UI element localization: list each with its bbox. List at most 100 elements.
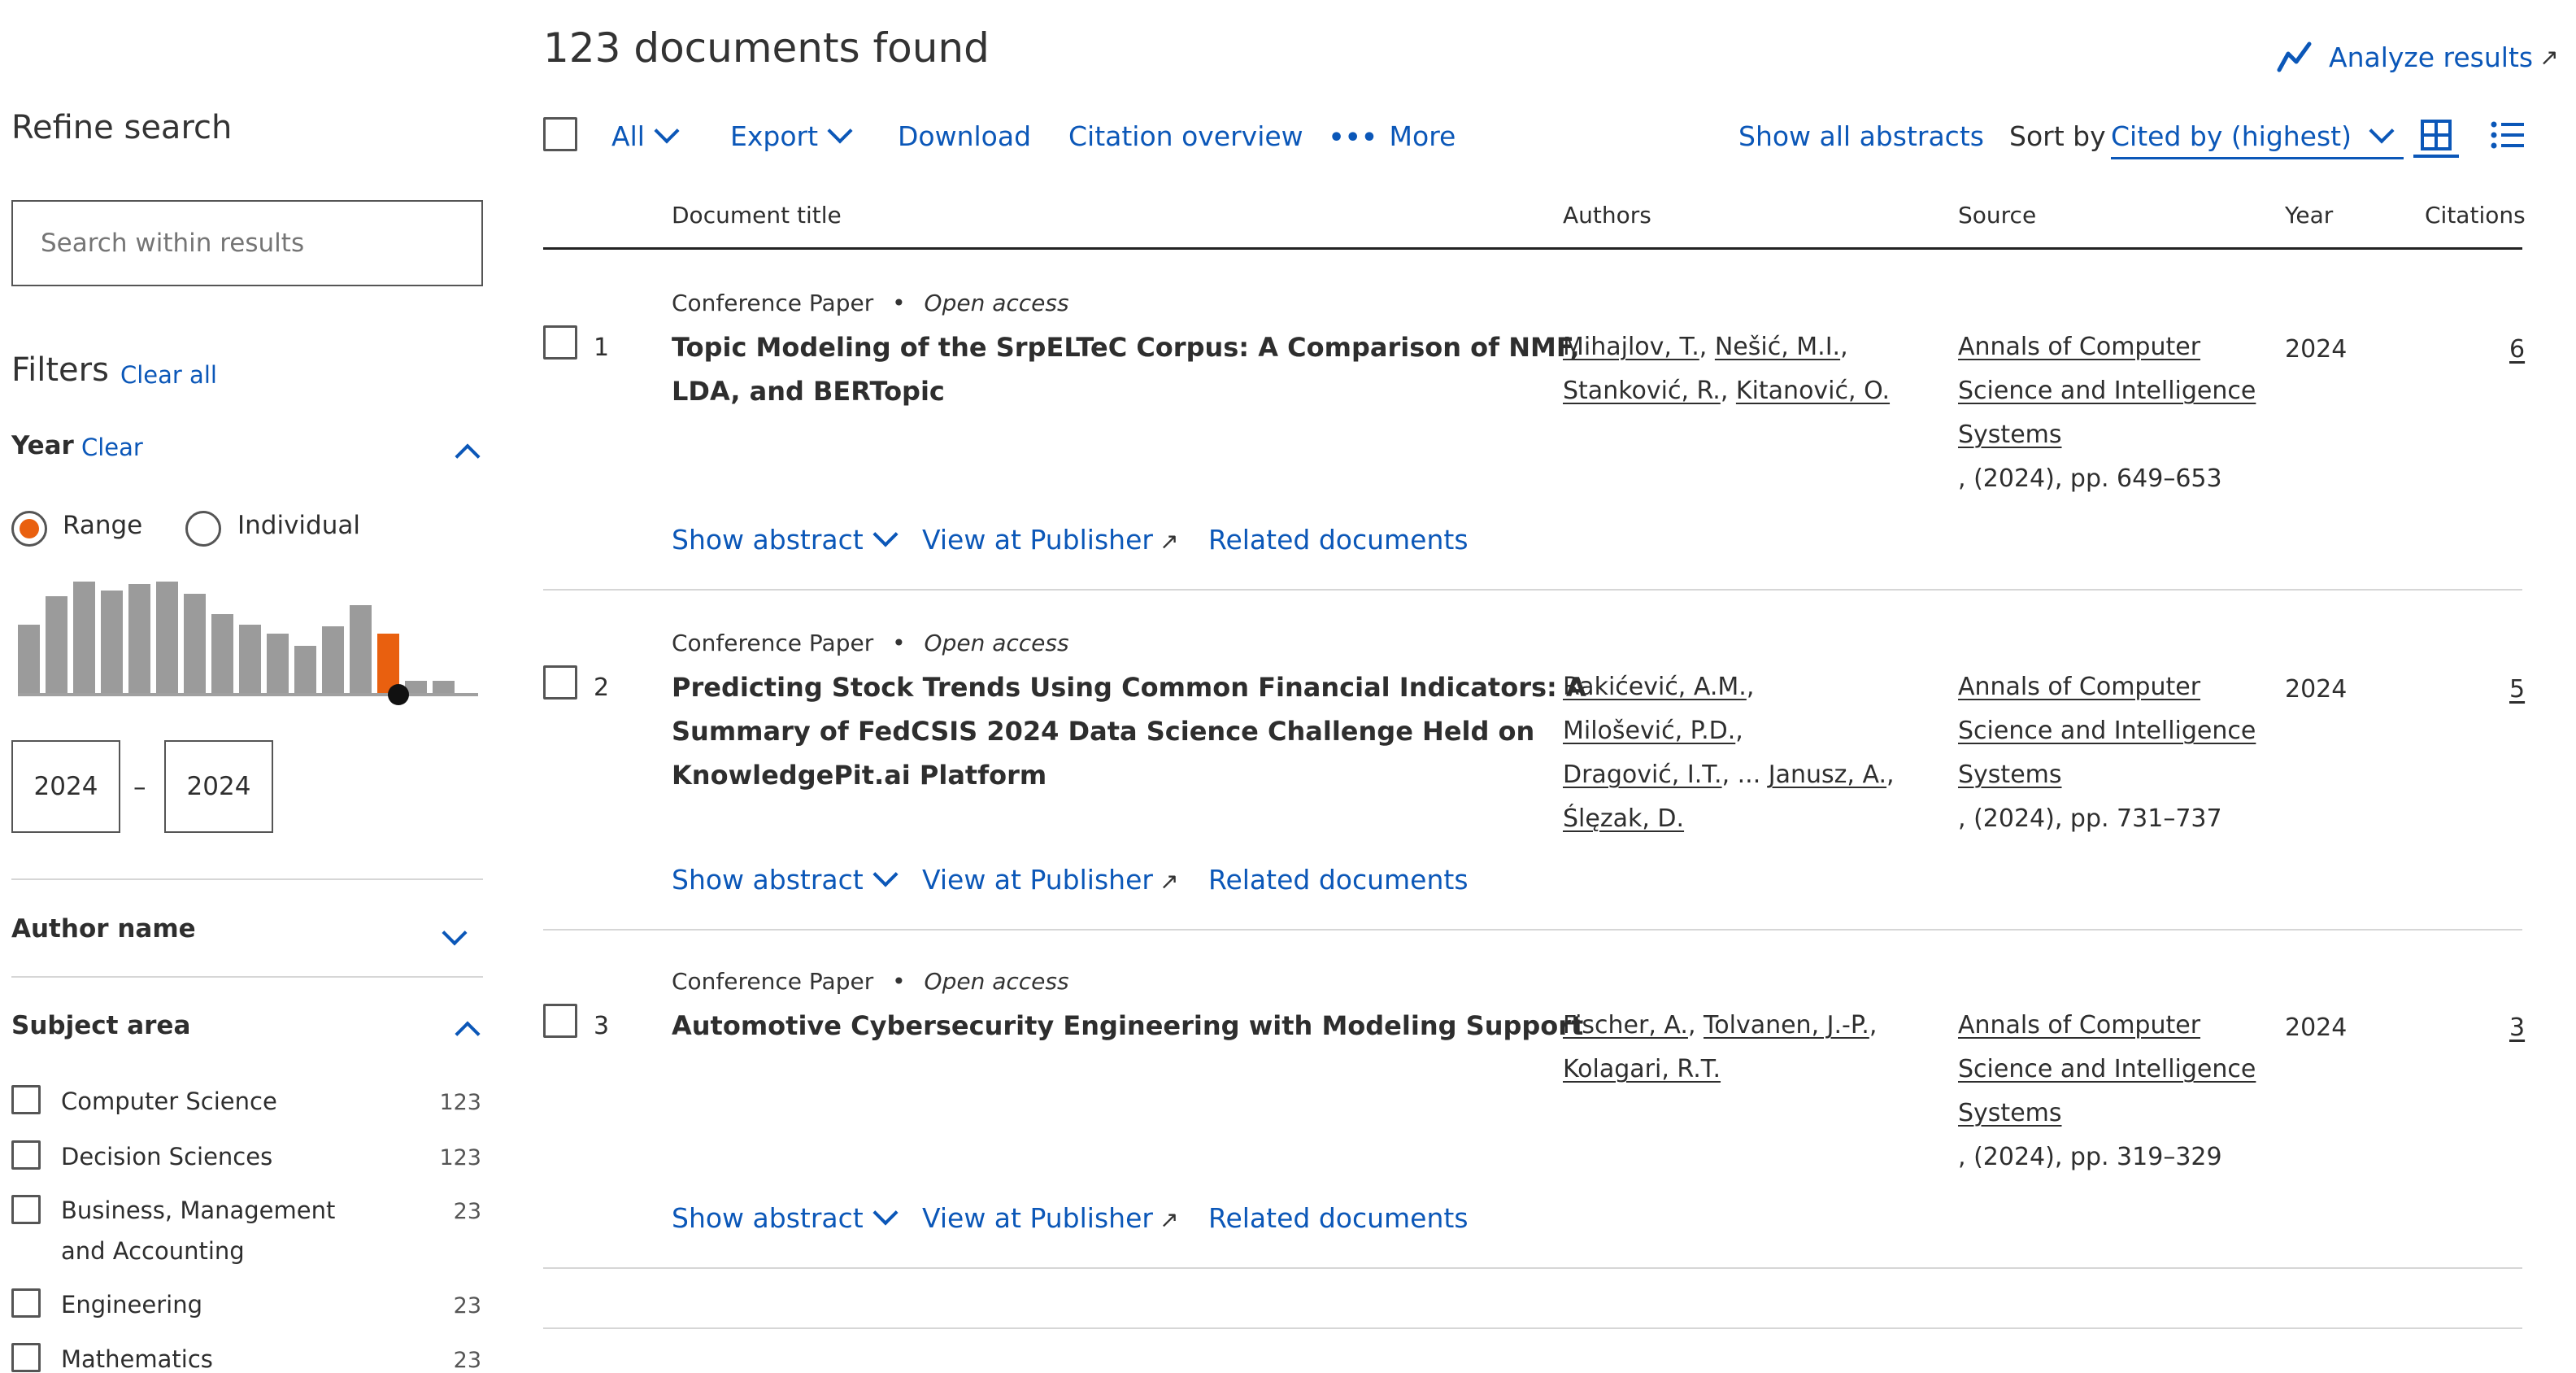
citations-count-link[interactable]: 6 bbox=[2509, 335, 2525, 364]
chevron-down-icon bbox=[654, 118, 680, 144]
year-to-input[interactable]: 2024 bbox=[164, 740, 273, 833]
source-link[interactable]: Systems bbox=[1958, 421, 2062, 449]
all-dropdown-label: All bbox=[611, 120, 645, 152]
separator-dot: • bbox=[892, 290, 906, 316]
subject-area-collapse-chevron-icon[interactable] bbox=[455, 1017, 481, 1047]
select-all-checkbox[interactable] bbox=[543, 117, 577, 151]
document-type: Conference Paper • Open access bbox=[672, 968, 1069, 995]
source-link[interactable]: Science and Intelligence bbox=[1958, 377, 2256, 405]
author-link[interactable]: Nešić, M.I. bbox=[1715, 333, 1840, 361]
download-button[interactable]: Download bbox=[898, 120, 1031, 152]
authors-list: Mihajlov, T., Nešić, M.I., Stanković, R.… bbox=[1563, 333, 1891, 405]
all-dropdown[interactable]: All bbox=[611, 118, 680, 152]
related-documents-link[interactable]: Related documents bbox=[1208, 524, 1469, 556]
filters-heading: Filters bbox=[11, 351, 109, 389]
result-checkbox[interactable] bbox=[543, 1004, 577, 1038]
author-link[interactable]: Tolvanen, J.-P. bbox=[1704, 1011, 1869, 1040]
view-at-publisher-label: View at Publisher bbox=[922, 524, 1153, 556]
analyze-results-link[interactable]: Analyze results ↗ bbox=[2277, 41, 2559, 73]
view-at-publisher-label: View at Publisher bbox=[922, 1202, 1153, 1234]
author-link[interactable]: Rakićević, A.M. bbox=[1563, 673, 1747, 701]
result-checkbox[interactable] bbox=[543, 325, 577, 360]
document-title-link[interactable]: Predicting Stock Trends Using Common Fin… bbox=[672, 665, 1586, 797]
histogram-slider-handle[interactable] bbox=[388, 684, 409, 705]
author-link[interactable]: Kolagari, R.T. bbox=[1563, 1055, 1721, 1083]
chevron-down-icon bbox=[872, 1200, 899, 1226]
external-link-icon: ↗ bbox=[1159, 868, 1179, 895]
clear-all-filters-link[interactable]: Clear all bbox=[120, 361, 217, 389]
document-title-link[interactable]: Topic Modeling of the SrpELTeC Corpus: A… bbox=[672, 325, 1580, 413]
subject-label: Engineering bbox=[61, 1291, 202, 1319]
refine-search-title: Refine search bbox=[11, 109, 233, 146]
year-clear-link[interactable]: Clear bbox=[81, 434, 143, 461]
document-title-link[interactable]: Automotive Cybersecurity Engineering wit… bbox=[672, 1004, 1583, 1048]
author-link[interactable]: Janusz, A. bbox=[1769, 761, 1886, 789]
show-abstract-toggle[interactable]: Show abstract bbox=[672, 1200, 899, 1234]
related-documents-link[interactable]: Related documents bbox=[1208, 1202, 1469, 1234]
column-header-source: Source bbox=[1958, 202, 2037, 229]
grid-view-toggle[interactable] bbox=[2413, 117, 2459, 158]
year-from-input[interactable]: 2024 bbox=[11, 740, 120, 833]
histogram-bar bbox=[18, 625, 40, 693]
year-collapse-chevron-icon[interactable] bbox=[455, 439, 481, 469]
author-link[interactable]: Fischer, A. bbox=[1563, 1011, 1688, 1040]
citation-overview-button[interactable]: Citation overview bbox=[1068, 120, 1303, 152]
sidebar-divider bbox=[11, 878, 483, 880]
source-link[interactable]: Science and Intelligence bbox=[1958, 1055, 2256, 1083]
source-link[interactable]: Annals of Computer bbox=[1958, 1011, 2200, 1040]
author-link[interactable]: Stanković, R. bbox=[1563, 377, 1721, 405]
source-link[interactable]: Science and Intelligence bbox=[1958, 717, 2256, 745]
source-link[interactable]: Systems bbox=[1958, 1099, 2062, 1127]
subject-count: 23 bbox=[453, 1199, 481, 1224]
column-header-year: Year bbox=[2285, 202, 2334, 229]
show-abstract-toggle[interactable]: Show abstract bbox=[672, 521, 899, 556]
source-link[interactable]: Annals of Computer bbox=[1958, 673, 2200, 701]
analyze-results-label: Analyze results bbox=[2329, 41, 2534, 73]
result-checkbox[interactable] bbox=[543, 665, 577, 700]
subject-checkbox-decision-sciences[interactable] bbox=[11, 1140, 41, 1170]
document-type: Conference Paper • Open access bbox=[672, 290, 1069, 316]
column-header-title: Document title bbox=[672, 202, 842, 229]
search-within-results-input[interactable] bbox=[11, 200, 483, 286]
show-all-abstracts-link[interactable]: Show all abstracts bbox=[1738, 120, 1984, 152]
author-name-expand-chevron-icon[interactable] bbox=[442, 918, 478, 946]
document-type-label: Conference Paper bbox=[672, 290, 874, 316]
view-at-publisher-link[interactable]: View at Publisher ↗ bbox=[922, 524, 1178, 556]
separator-dot: • bbox=[892, 630, 906, 656]
show-abstract-toggle[interactable]: Show abstract bbox=[672, 861, 899, 896]
document-title-line: KnowledgePit.ai Platform bbox=[672, 760, 1047, 791]
result-divider bbox=[543, 1327, 2522, 1329]
subject-checkbox-computer-science[interactable] bbox=[11, 1085, 41, 1114]
more-menu-button[interactable]: ••• More bbox=[1329, 120, 1456, 152]
result-divider bbox=[543, 929, 2522, 931]
author-link[interactable]: Ślęzak, D. bbox=[1563, 804, 1684, 833]
author-link[interactable]: Milošević, P.D. bbox=[1563, 717, 1735, 745]
range-radio[interactable] bbox=[11, 511, 47, 547]
source-detail: , (2024), pp. 649–653 bbox=[1958, 464, 2222, 493]
source-link[interactable]: Annals of Computer bbox=[1958, 333, 2200, 361]
subject-checkbox-engineering[interactable] bbox=[11, 1288, 41, 1318]
source-link[interactable]: Systems bbox=[1958, 761, 2062, 789]
subject-checkbox-business[interactable] bbox=[11, 1195, 41, 1224]
author-link[interactable]: Mihajlov, T. bbox=[1563, 333, 1699, 361]
export-dropdown[interactable]: Export bbox=[730, 118, 853, 152]
view-at-publisher-link[interactable]: View at Publisher ↗ bbox=[922, 1202, 1178, 1234]
source-detail: , (2024), pp. 731–737 bbox=[1958, 804, 2222, 833]
subject-checkbox-mathematics[interactable] bbox=[11, 1343, 41, 1372]
view-at-publisher-link[interactable]: View at Publisher ↗ bbox=[922, 864, 1178, 896]
citations-count-link[interactable]: 5 bbox=[2509, 675, 2525, 704]
sort-by-label: Sort by bbox=[2009, 120, 2106, 152]
sort-dropdown[interactable]: Cited by (highest) bbox=[2111, 118, 2404, 159]
author-link[interactable]: Dragović, I.T. bbox=[1563, 761, 1722, 789]
external-link-icon: ↗ bbox=[1159, 528, 1179, 555]
subject-label: Business, Management bbox=[61, 1196, 336, 1224]
histogram-bar bbox=[128, 584, 150, 693]
list-view-toggle[interactable] bbox=[2490, 119, 2526, 151]
related-documents-link[interactable]: Related documents bbox=[1208, 864, 1469, 896]
individual-radio[interactable] bbox=[185, 511, 221, 547]
author-name-filter-label[interactable]: Author name bbox=[11, 914, 196, 944]
source-info: Annals of Computer Science and Intellige… bbox=[1958, 325, 2256, 501]
external-link-icon: ↗ bbox=[2539, 43, 2559, 71]
author-link[interactable]: Kitanović, O. bbox=[1736, 377, 1890, 405]
citations-count-link[interactable]: 3 bbox=[2509, 1013, 2525, 1042]
